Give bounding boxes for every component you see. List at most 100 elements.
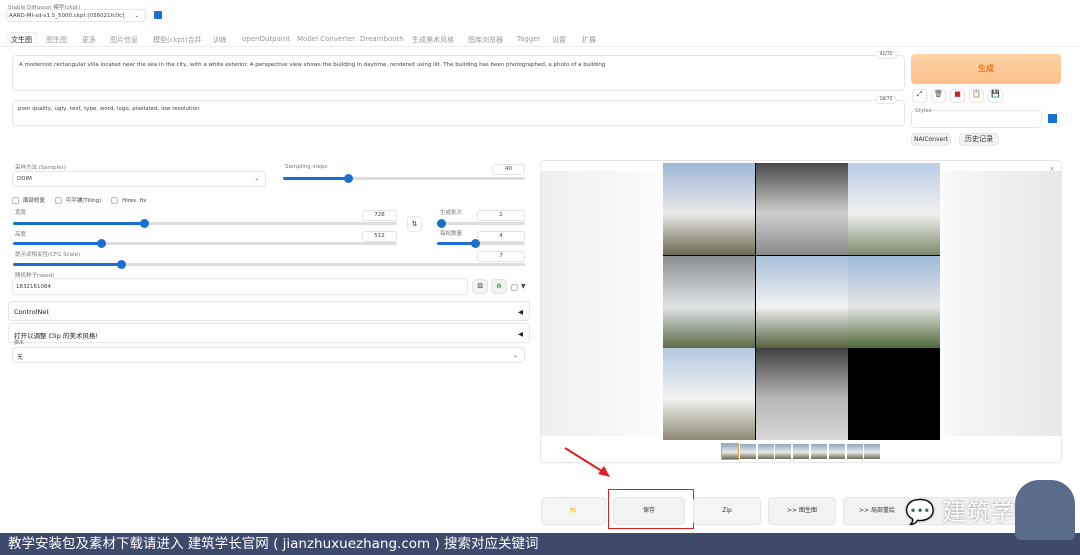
batch-size-slider[interactable]	[437, 239, 525, 248]
sampler-select[interactable]: DDIM ⌄	[12, 171, 266, 187]
open-folder-button[interactable]: 📁	[541, 497, 606, 525]
cfg-input[interactable]: 7	[477, 251, 525, 262]
mascot-avatar	[1015, 480, 1075, 540]
tab-divider	[0, 46, 1080, 47]
tab-13[interactable]: 扩展	[582, 35, 596, 45]
thumbnail-4[interactable]	[775, 444, 792, 459]
reuse-seed-recycle-icon[interactable]: ♻	[491, 279, 507, 294]
tab-5[interactable]: 训练	[213, 35, 227, 45]
tab-7[interactable]: Model Converter	[297, 35, 355, 43]
tab-6[interactable]: openOutpaint	[242, 35, 290, 43]
width-slider[interactable]	[13, 219, 397, 228]
tiling-checkbox[interactable]: 可平铺(Tiling)	[54, 197, 101, 204]
generated-image-5[interactable]	[755, 255, 848, 348]
send-to-inpaint-button[interactable]: >> 局部重绘	[843, 497, 911, 525]
slider-handle[interactable]	[344, 174, 354, 183]
zip-button[interactable]: Zip	[693, 497, 761, 525]
cfg-slider[interactable]	[13, 260, 525, 269]
folder-icon: 📁	[569, 507, 578, 514]
tab-3[interactable]: 图片信息	[110, 35, 138, 45]
save-style-icon[interactable]: 💾	[988, 89, 1003, 103]
thumbnail-9[interactable]	[864, 444, 881, 459]
tab-0[interactable]: 文生图	[6, 32, 37, 47]
generated-image-6[interactable]	[848, 255, 940, 348]
generated-image-1[interactable]	[663, 163, 755, 255]
tab-8[interactable]: Dreambooth	[360, 35, 404, 43]
batch-count-slider[interactable]	[436, 219, 525, 228]
thumbnail-6[interactable]	[811, 444, 827, 459]
send-to-img2img-button[interactable]: >> 图生图	[768, 497, 836, 525]
chevron-down-icon: ⌄	[134, 13, 139, 19]
generated-image-2[interactable]	[755, 163, 848, 255]
expand-icon[interactable]: ⤢	[912, 89, 927, 103]
close-icon[interactable]: ×	[1049, 165, 1055, 173]
generated-image-8[interactable]	[755, 348, 848, 440]
height-input[interactable]: 512	[362, 231, 397, 242]
batch-count-label: 生成批次	[440, 210, 463, 216]
history-button[interactable]: 历史记录	[959, 133, 999, 146]
slider-fill	[13, 222, 144, 225]
batch-size-input[interactable]: 4	[477, 231, 525, 242]
thumbnail-1[interactable]	[721, 443, 739, 460]
prompt-input[interactable]: A modernist rectangular villa located ne…	[12, 55, 905, 91]
generated-image-3[interactable]	[848, 163, 940, 255]
slider-handle[interactable]	[139, 219, 149, 228]
slider-fill	[437, 242, 475, 245]
script-select[interactable]: 无 ⌄	[12, 347, 525, 363]
tab-10[interactable]: 图库浏览器	[468, 35, 503, 45]
slider-handle[interactable]	[470, 239, 480, 248]
clip-style-accordion[interactable]: 打开以调整 Clip 的美术风格! ◀	[8, 323, 530, 343]
tab-12[interactable]: 设置	[552, 35, 566, 45]
thumbnail-7[interactable]	[828, 444, 845, 459]
steps-slider[interactable]	[283, 174, 525, 183]
swap-dimensions-icon[interactable]: ⇅	[407, 216, 422, 232]
save-highlight-box	[608, 489, 694, 529]
generate-button[interactable]: 生成	[911, 54, 1061, 84]
controlnet-accordion[interactable]: ControlNet ◀	[8, 301, 530, 321]
naiconvert-button[interactable]: NAIConvert	[911, 133, 951, 146]
tab-4[interactable]: 模型(ckpt)合并	[153, 35, 202, 45]
slider-handle[interactable]	[116, 260, 126, 269]
slider-fill	[13, 242, 102, 245]
image-grid[interactable]	[663, 163, 940, 440]
slider-handle[interactable]	[97, 239, 107, 248]
thumbnail-3[interactable]	[757, 444, 774, 459]
seed-input[interactable]: 1832161084	[12, 278, 468, 295]
wechat-icon: 💬	[905, 498, 935, 526]
thumbnail-8[interactable]	[846, 444, 863, 459]
styles-select[interactable]: Styles	[911, 108, 1042, 128]
thumbnail-5[interactable]	[793, 444, 810, 459]
collapse-arrow-icon: ◀	[518, 308, 523, 316]
slider-handle[interactable]	[436, 219, 446, 228]
tab-11[interactable]: Tagger	[517, 35, 540, 43]
steps-input[interactable]: 40	[492, 164, 525, 175]
generated-image-4[interactable]	[663, 255, 755, 348]
face-restore-checkbox[interactable]: 面部修复	[12, 197, 45, 204]
sampler-label: 采样方法 (Sampler)	[15, 165, 66, 171]
extra-networks-icon[interactable]: ■	[950, 89, 965, 103]
tab-2[interactable]: 更多	[82, 35, 96, 45]
model-value: AARD-MI-sd-v1.5_5000.ckpt [036021fc0c]	[9, 13, 125, 19]
generated-image-7[interactable]	[663, 348, 755, 440]
seed-label: 随机种子(seed)	[15, 271, 55, 279]
extra-seed-toggle-icon[interactable]: ▼	[521, 283, 526, 290]
hires-fix-checkbox[interactable]: Hires. fix	[111, 197, 146, 204]
negative-prompt-input[interactable]: poor quality, ugly, text, type, word, lo…	[12, 100, 905, 126]
width-input[interactable]: 728	[362, 210, 397, 221]
bottom-banner: 教学安装包及素材下载请进入 建筑学长官网 ( jianzhuxuezhang.c…	[0, 533, 1080, 555]
seed-value: 1832161084	[16, 284, 51, 290]
prompt-text: A modernist rectangular villa located ne…	[19, 62, 606, 68]
tab-9[interactable]: 生成美术风格	[412, 35, 454, 45]
height-slider[interactable]	[13, 239, 397, 248]
random-seed-dice-icon[interactable]: ⚄	[472, 279, 488, 294]
apply-style-button[interactable]	[1048, 114, 1057, 123]
batch-count-input[interactable]: 2	[477, 210, 525, 221]
tab-1[interactable]: 图生图	[46, 35, 67, 45]
model-select[interactable]: AARD-MI-sd-v1.5_5000.ckpt [036021fc0c] ⌄	[6, 9, 146, 22]
refresh-model-button[interactable]	[154, 11, 162, 19]
clipboard-icon[interactable]: 📋	[969, 89, 984, 103]
thumbnail-2[interactable]	[739, 444, 756, 459]
width-label: 宽度	[15, 210, 27, 216]
trash-icon[interactable]: 🗑	[931, 89, 946, 103]
options-checkboxes: 面部修复 可平铺(Tiling) Hires. fix	[12, 196, 146, 204]
